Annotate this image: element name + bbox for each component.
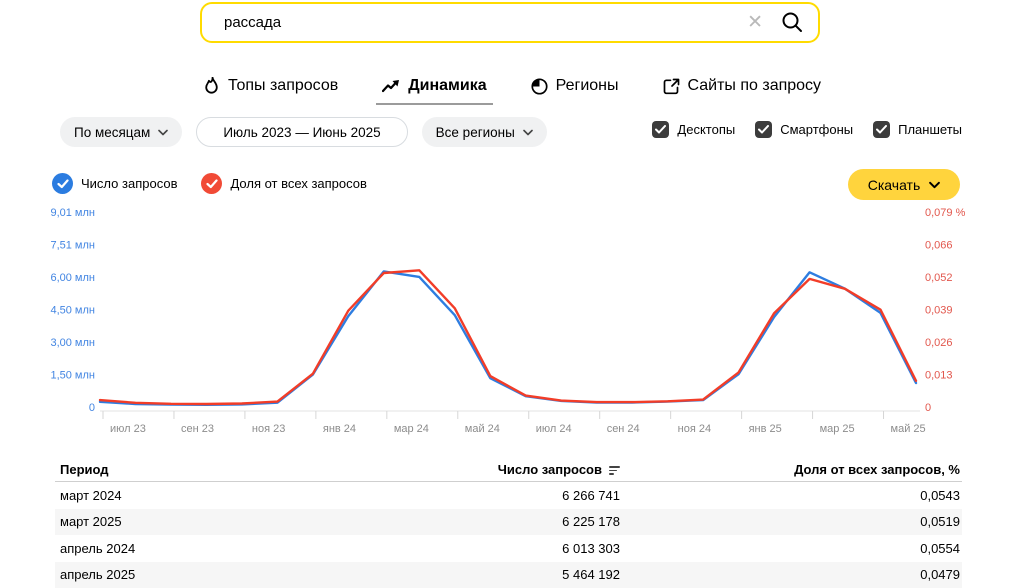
x-axis-label: янв 24 xyxy=(323,423,356,435)
checkbox-checked-icon xyxy=(755,121,772,138)
cell-period: март 2025 xyxy=(55,514,395,529)
column-header-share[interactable]: Доля от всех запросов, % xyxy=(620,462,962,477)
tab-label: Динамика xyxy=(408,77,486,95)
legend-queries-count[interactable]: Число запросов xyxy=(52,173,177,194)
chart-legend: Число запросов Доля от всех запросов xyxy=(52,173,367,194)
tab-regions[interactable]: Регионы xyxy=(529,73,621,105)
cell-query-count: 6 266 741 xyxy=(395,488,620,503)
x-axis-label: май 25 xyxy=(891,423,926,435)
fire-icon xyxy=(203,77,220,95)
chevron-down-icon xyxy=(929,181,940,189)
x-axis-label: июл 24 xyxy=(536,423,572,435)
chevron-down-icon xyxy=(158,129,168,136)
search-icon[interactable] xyxy=(781,11,804,34)
x-axis-label: май 24 xyxy=(465,423,500,435)
regions-dropdown[interactable]: Все регионы xyxy=(422,117,547,147)
x-axis-label: ноя 24 xyxy=(678,423,711,435)
y-axis-left-label: 0 xyxy=(89,402,95,414)
column-header-period[interactable]: Период xyxy=(55,462,395,477)
globe-icon xyxy=(531,78,548,95)
cell-query-count: 6 225 178 xyxy=(395,514,620,529)
x-axis-label: сен 23 xyxy=(181,423,214,435)
tab-dynamics[interactable]: Динамика xyxy=(380,73,488,105)
table-row[interactable]: март 20256 225 1780,0519 xyxy=(55,509,962,536)
y-axis-left-label: 4,50 млн xyxy=(50,305,95,317)
checkbox-desktops[interactable]: Десктопы xyxy=(652,121,735,138)
share-line[interactable] xyxy=(100,270,916,404)
date-range-picker[interactable]: Июль 2023 — Июнь 2025 xyxy=(196,117,407,147)
y-axis-right-label: 0 xyxy=(925,402,931,414)
period-mode-label: По месяцам xyxy=(74,125,150,140)
trend-icon xyxy=(382,79,400,93)
tab-label: Топы запросов xyxy=(228,77,338,95)
y-axis-right-label: 0,079 % xyxy=(925,207,966,219)
date-range-label: Июль 2023 — Июнь 2025 xyxy=(223,125,380,140)
x-axis-label: ноя 23 xyxy=(252,423,285,435)
download-button[interactable]: Скачать xyxy=(848,169,960,200)
cell-share: 0,0554 xyxy=(620,541,962,556)
y-axis-right-label: 0,013 xyxy=(925,370,953,382)
external-link-icon xyxy=(663,78,680,95)
search-input[interactable] xyxy=(224,14,747,31)
y-axis-right-label: 0,026 xyxy=(925,337,953,349)
download-label: Скачать xyxy=(868,177,921,193)
column-header-query-count[interactable]: Число запросов xyxy=(395,462,620,477)
filter-bar: По месяцам Июль 2023 — Июнь 2025 Все рег… xyxy=(60,117,547,147)
tab-bar: Топы запросов Динамика Регионы Сайты по … xyxy=(0,73,1024,105)
y-axis-right-label: 0,052 xyxy=(925,272,953,284)
y-axis-right-label: 0,039 xyxy=(925,305,953,317)
y-axis-right-label: 0,066 xyxy=(925,240,953,252)
cell-share: 0,0479 xyxy=(620,567,962,582)
tab-label: Регионы xyxy=(556,77,619,95)
checkbox-smartphones[interactable]: Смартфоны xyxy=(755,121,853,138)
cell-period: март 2024 xyxy=(55,488,395,503)
x-axis-label: мар 24 xyxy=(394,423,429,435)
cell-query-count: 5 464 192 xyxy=(395,567,620,582)
table-row[interactable]: апрель 20255 464 1920,0479 xyxy=(55,562,962,588)
y-axis-left-label: 1,50 млн xyxy=(50,370,95,382)
dynamics-chart[interactable]: 9,01 млн 7,51 млн 6,00 млн 4,50 млн 3,00 млн… xyxy=(0,200,1024,448)
cell-period: апрель 2025 xyxy=(55,567,395,582)
tab-label: Сайты по запросу xyxy=(688,77,822,95)
cell-period: апрель 2024 xyxy=(55,541,395,556)
x-axis-label: июл 23 xyxy=(110,423,146,435)
tab-sites-by-query[interactable]: Сайты по запросу xyxy=(661,73,824,105)
cell-query-count: 6 013 303 xyxy=(395,541,620,556)
legend-label: Доля от всех запросов xyxy=(230,176,366,191)
y-axis-left-label: 9,01 млн xyxy=(50,207,95,219)
red-check-icon xyxy=(201,173,222,194)
y-axis-left-label: 6,00 млн xyxy=(50,272,95,284)
y-axis-left-label: 7,51 млн xyxy=(50,240,95,252)
chevron-down-icon xyxy=(523,129,533,136)
checkbox-tablets[interactable]: Планшеты xyxy=(873,121,962,138)
device-filters: Десктопы Смартфоны Планшеты xyxy=(652,121,962,138)
checkbox-label: Смартфоны xyxy=(780,122,853,137)
cell-share: 0,0543 xyxy=(620,488,962,503)
checkbox-label: Планшеты xyxy=(898,122,962,137)
x-axis-label: сен 24 xyxy=(607,423,640,435)
clear-icon[interactable]: ✕ xyxy=(747,13,763,32)
legend-label: Число запросов xyxy=(81,176,177,191)
table-body: март 20246 266 7410,0543март 20256 225 1… xyxy=(55,482,962,588)
cell-share: 0,0519 xyxy=(620,514,962,529)
legend-share[interactable]: Доля от всех запросов xyxy=(201,173,366,194)
table-row[interactable]: март 20246 266 7410,0543 xyxy=(55,482,962,509)
x-axis-label: янв 25 xyxy=(749,423,782,435)
y-axis-left-label: 3,00 млн xyxy=(50,337,95,349)
tab-top-queries[interactable]: Топы запросов xyxy=(201,73,340,105)
checkbox-checked-icon xyxy=(652,121,669,138)
checkbox-checked-icon xyxy=(873,121,890,138)
table-header-row: Период Число запросов Доля от всех запро… xyxy=(55,458,962,482)
regions-label: Все регионы xyxy=(436,125,515,140)
stats-table: Период Число запросов Доля от всех запро… xyxy=(55,458,962,588)
sort-descending-icon[interactable] xyxy=(609,466,620,475)
checkbox-label: Десктопы xyxy=(677,122,735,137)
x-axis-label: мар 25 xyxy=(820,423,855,435)
search-bar: ✕ xyxy=(200,2,820,43)
blue-check-icon xyxy=(52,173,73,194)
table-row[interactable]: апрель 20246 013 3030,0554 xyxy=(55,535,962,562)
period-mode-dropdown[interactable]: По месяцам xyxy=(60,117,182,147)
